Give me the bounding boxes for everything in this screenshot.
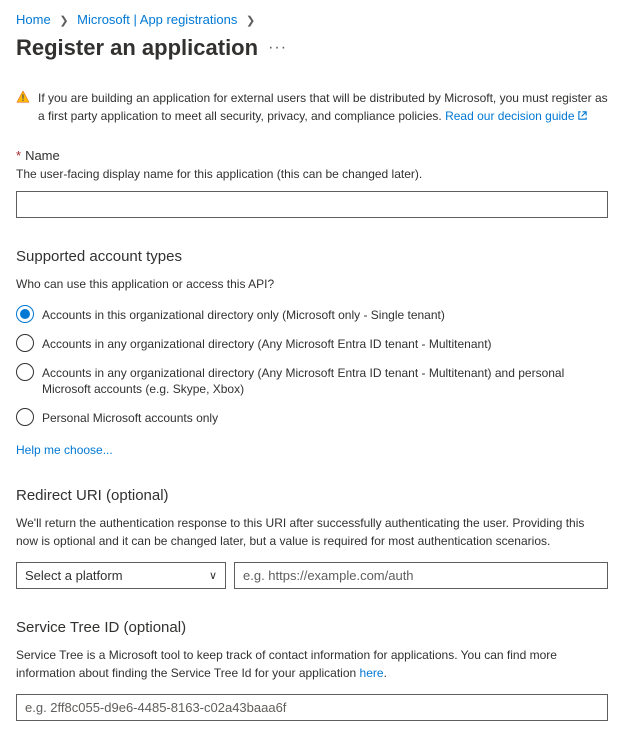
breadcrumb: Home ❯ Microsoft | App registrations ❯ (16, 12, 608, 27)
chevron-down-icon: ∨ (209, 569, 217, 582)
redirect-uri-input[interactable] (234, 562, 608, 589)
decision-guide-link[interactable]: Read our decision guide (445, 109, 587, 123)
redirect-uri-title: Redirect URI (optional) (16, 487, 608, 504)
service-tree-description: Service Tree is a Microsoft tool to keep… (16, 646, 608, 682)
platform-select[interactable]: Select a platform ∨ (16, 562, 226, 589)
radio-icon (16, 334, 34, 352)
warning-icon (16, 90, 30, 109)
help-me-choose-link[interactable]: Help me choose... (16, 443, 113, 457)
radio-icon (16, 408, 34, 426)
account-type-multitenant-personal[interactable]: Accounts in any organizational directory… (16, 363, 608, 399)
radio-label: Accounts in any organizational directory… (42, 334, 492, 353)
service-tree-id-input[interactable] (16, 694, 608, 721)
external-link-icon (577, 108, 588, 126)
required-indicator: * (16, 148, 21, 163)
page-title: Register an application (16, 35, 258, 61)
radio-label: Accounts in any organizational directory… (42, 363, 608, 399)
redirect-uri-description: We'll return the authentication response… (16, 514, 608, 550)
radio-label: Personal Microsoft accounts only (42, 408, 218, 427)
chevron-right-icon: ❯ (59, 15, 68, 27)
name-input[interactable] (16, 191, 608, 218)
breadcrumb-home[interactable]: Home (16, 12, 51, 27)
radio-icon (16, 305, 34, 323)
service-tree-title: Service Tree ID (optional) (16, 619, 608, 636)
platform-select-label: Select a platform (25, 568, 123, 583)
warning-banner: If you are building an application for e… (16, 89, 608, 126)
more-actions-button[interactable]: ··· (268, 40, 287, 56)
chevron-right-icon: ❯ (246, 15, 255, 27)
name-description: The user-facing display name for this ap… (16, 167, 608, 181)
account-types-question: Who can use this application or access t… (16, 275, 608, 293)
radio-label: Accounts in this organizational director… (42, 305, 445, 324)
account-type-multitenant[interactable]: Accounts in any organizational directory… (16, 334, 608, 353)
account-type-personal-only[interactable]: Personal Microsoft accounts only (16, 408, 608, 427)
account-type-single-tenant[interactable]: Accounts in this organizational director… (16, 305, 608, 324)
name-label: *Name (16, 148, 608, 163)
radio-icon (16, 363, 34, 381)
breadcrumb-app-registrations[interactable]: Microsoft | App registrations (77, 12, 237, 27)
account-types-title: Supported account types (16, 248, 608, 265)
service-tree-here-link[interactable]: here (360, 666, 384, 680)
